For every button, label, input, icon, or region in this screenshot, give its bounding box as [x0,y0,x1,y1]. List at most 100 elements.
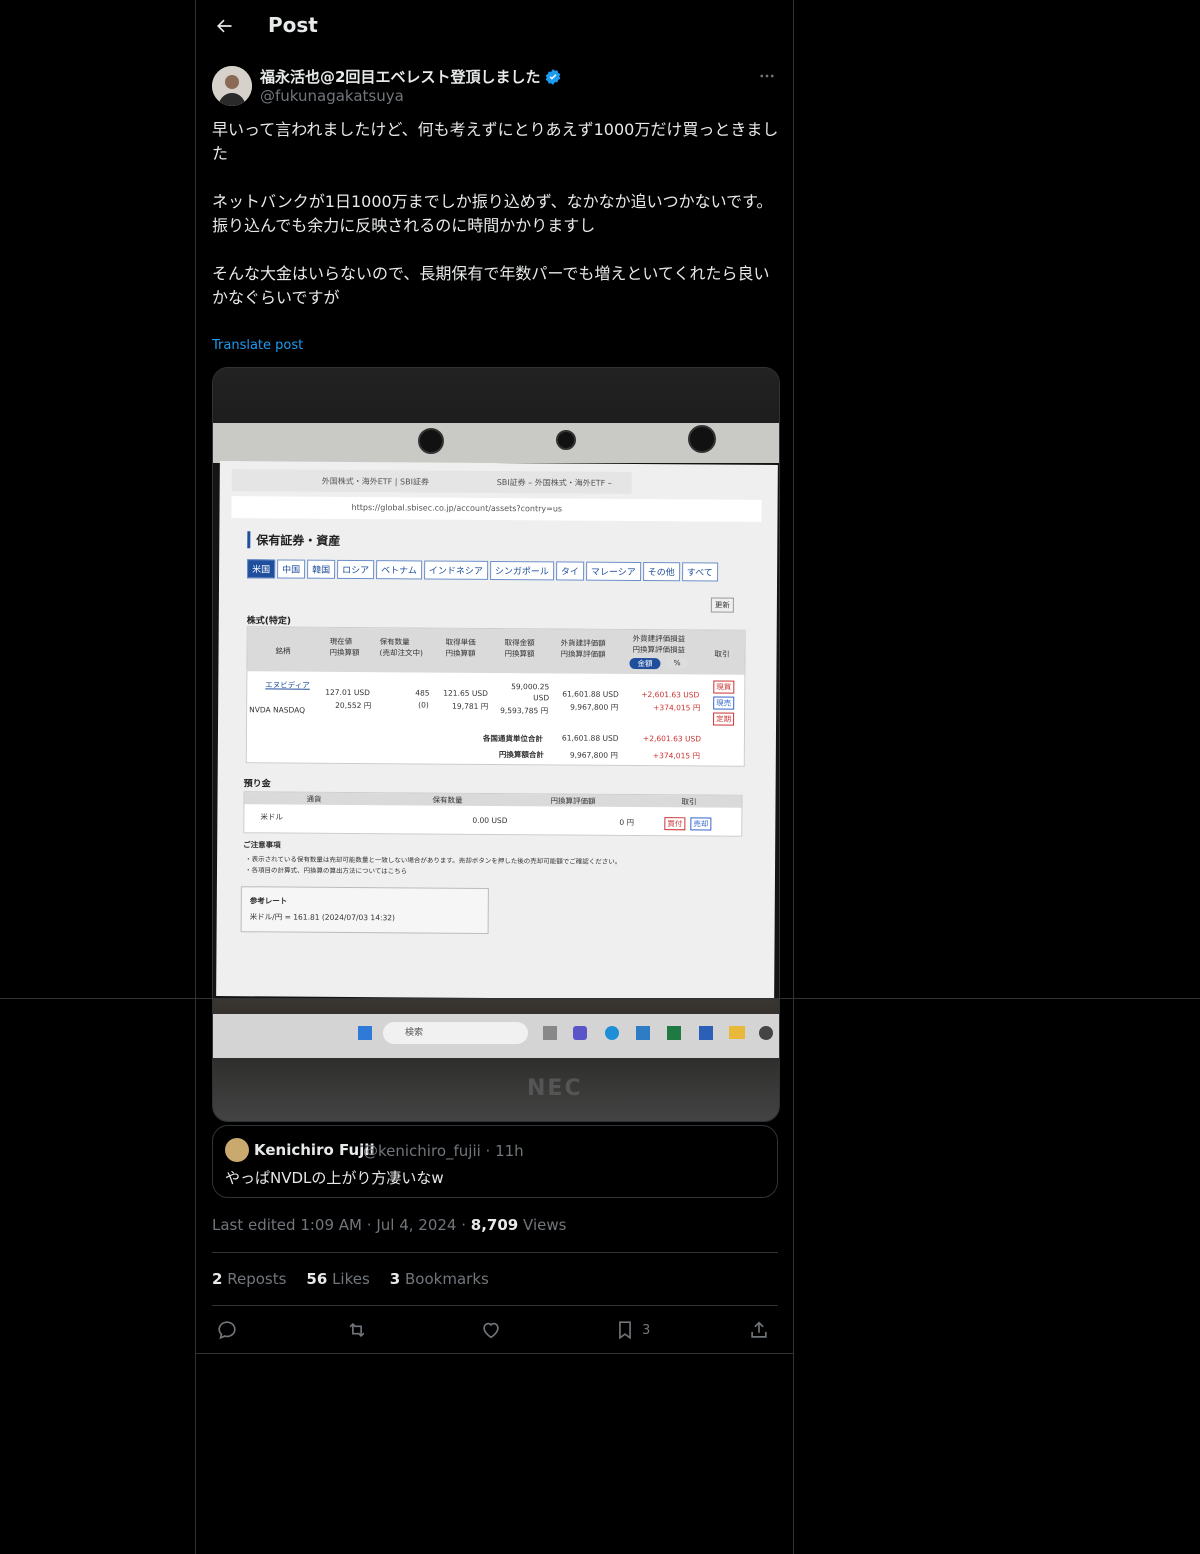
subtotal-fx-pl: +2,601.63 USD [642,734,702,744]
country-tab: タイ [555,561,585,581]
quote-avatar [225,1138,249,1162]
column-header: 円換算評価額 [550,796,596,806]
quantity-pending: (0) [418,700,429,710]
edited-time[interactable]: Last edited 1:09 AM [212,1216,362,1234]
avatar[interactable] [212,66,252,106]
subtotal-jpy-label: 円換算額合計 [498,750,544,760]
page-title: Post [268,13,318,37]
column-header: 取引 [681,797,697,807]
column-header: 通貨 [306,794,322,804]
laptop-screen: 外国株式・海外ETF | SBI証券 SBI証券 – 外国株式・海外ETF – … [216,461,778,1000]
quote-text: やっぱNVDLの上がり方凄いなw [225,1169,444,1187]
arrow-left-icon [217,19,232,33]
views-count: 8,709 [470,1216,519,1234]
value-usd: 61,601.88 USD [562,689,619,699]
author-name-text: 福永活也@2回目エベレスト登頂しました [260,68,541,86]
quote-author-name: Kenichiro Fujii [254,1141,375,1159]
subtotal-jpy-value: 9,967,800 円 [569,750,618,760]
amount-jpy: 9,593,785 円 [500,706,549,716]
stocks-section-label: 株式(特定) [246,616,292,627]
column-header: 銘柄 [275,646,291,656]
music-icon [759,1026,773,1040]
browser-tab: 外国株式・海外ETF | SBI証券 [321,476,430,487]
divider [212,1305,778,1306]
browser-tab: SBI証券 – 外国株式・海外ETF – [496,477,612,488]
windows-taskbar: 検索 [213,1014,779,1058]
country-tab: 中国 [277,559,306,579]
like-button[interactable] [480,1318,502,1342]
column-header: 外貨建評価損益 円換算評価損益 [632,633,686,655]
reply-icon [218,1321,236,1340]
bookmark-icon [619,1321,631,1340]
country-tab: ベトナム [376,560,422,580]
stock-ticker: NVDA NASDAQ [249,705,306,715]
windows-start-icon [358,1026,372,1040]
translate-post-link[interactable]: Translate post [212,338,303,353]
holdings-table: 銘柄 現在値 円換算額 保有数量 (売却注文中) 取得単価 円換算額 取得金額 … [245,626,746,767]
author-display-name[interactable]: 福永活也@2回目エベレスト登頂しました [260,66,562,87]
page-heading: 保有証券・資産 [247,531,341,549]
deposit-quantity: 0.00 USD [472,815,508,826]
post-date[interactable]: Jul 4, 2024 [376,1216,456,1234]
pl-jpy: +374,015 円 [653,703,701,713]
share-button[interactable] [748,1318,770,1342]
folder-icon [729,1026,745,1039]
country-tab: 韓国 [307,559,336,579]
repost-button[interactable] [346,1318,368,1342]
url-bar: https://global.sbisec.co.jp/account/asse… [231,496,762,522]
notes-title: ご注意事項 [243,840,281,850]
bookmark-button[interactable]: 3 [614,1318,650,1342]
deposit-currency: 米ドル [260,812,283,822]
note-text: ・各項目の計算式、円換算の算出方法についてはこちら [244,866,408,876]
heart-icon [483,1322,499,1339]
divider [196,1353,793,1354]
action-bar: 3 [212,1316,778,1344]
country-tab: すべて [681,562,718,582]
column-header: 外貨建評価額 円換算評価額 [560,638,606,659]
country-tab: ロシア [337,559,375,580]
country-tab: 米国 [247,559,276,579]
post-column: Post 福永活也@2回目エベレスト登頂しました @fukunagakatsuy… [195,0,794,1554]
price-usd: 127.01 USD [325,687,370,698]
column-header: 保有数量 (売却注文中) [379,637,423,658]
stock-name: エヌビディア [265,680,310,690]
post-author: 福永活也@2回目エベレスト登頂しました @fukunagakatsuya [212,64,779,108]
deposit-sell-button: 売却 [690,817,712,831]
toggle-amount: 金額 [629,657,661,670]
reposts-stat[interactable]: 2 Reposts [212,1270,286,1288]
rate-title: 参考レート [249,896,288,906]
browser-tabs: 外国株式・海外ETF | SBI証券 SBI証券 – 外国株式・海外ETF – [231,469,632,494]
value-jpy: 9,967,800 円 [570,702,619,712]
column-header: 保有数量 [432,795,463,805]
quoted-post[interactable]: Kenichiro Fujii @kenichiro_fujii · 11h や… [212,1125,778,1198]
app-icon [543,1026,557,1040]
laptop-bezel-top [213,368,779,463]
reference-rate-box: 参考レート 米ドル/円 = 161.81 (2024/07/03 14:32) [240,886,489,934]
bookmarks-stat[interactable]: 3 Bookmarks [390,1270,489,1288]
country-tab: シンガポール [489,560,555,581]
column-header: 取得金額 円換算額 [504,638,535,659]
column-header: 取得単価 円換算額 [445,637,476,658]
quote-handle-time: @kenichiro_fujii · 11h [363,1142,524,1160]
post-meta: Last edited 1:09 AM · Jul 4, 2024 · 8,70… [212,1216,567,1234]
post-image[interactable]: 外国株式・海外ETF | SBI証券 SBI証券 – 外国株式・海外ETF – … [212,367,780,1122]
bookmark-count: 3 [642,1322,651,1338]
column-header: 現在値 円換算額 [329,636,360,658]
engagement-stats: 2 Reposts 56 Likes 3 Bookmarks [212,1270,489,1288]
cost-usd: 121.65 USD [443,688,488,698]
verified-badge-icon [546,68,561,85]
views-label: Views [523,1216,567,1234]
deposit-section-label: 預り金 [243,779,271,790]
subtotal-fx-label: 各国通貨単位合計 [482,733,543,744]
divider [0,998,1200,999]
country-tab: マレーシア [585,561,641,581]
reply-button[interactable] [216,1318,238,1342]
more-options-button[interactable] [755,66,779,86]
author-handle[interactable]: @fukunagakatsuya [260,87,404,105]
back-button[interactable] [212,14,236,38]
subtotal-fx-value: 61,601.88 USD [561,733,619,743]
toggle-percent: % [665,658,689,668]
likes-stat[interactable]: 56 Likes [306,1270,369,1288]
divider [212,1252,778,1253]
repost-icon [349,1322,365,1338]
